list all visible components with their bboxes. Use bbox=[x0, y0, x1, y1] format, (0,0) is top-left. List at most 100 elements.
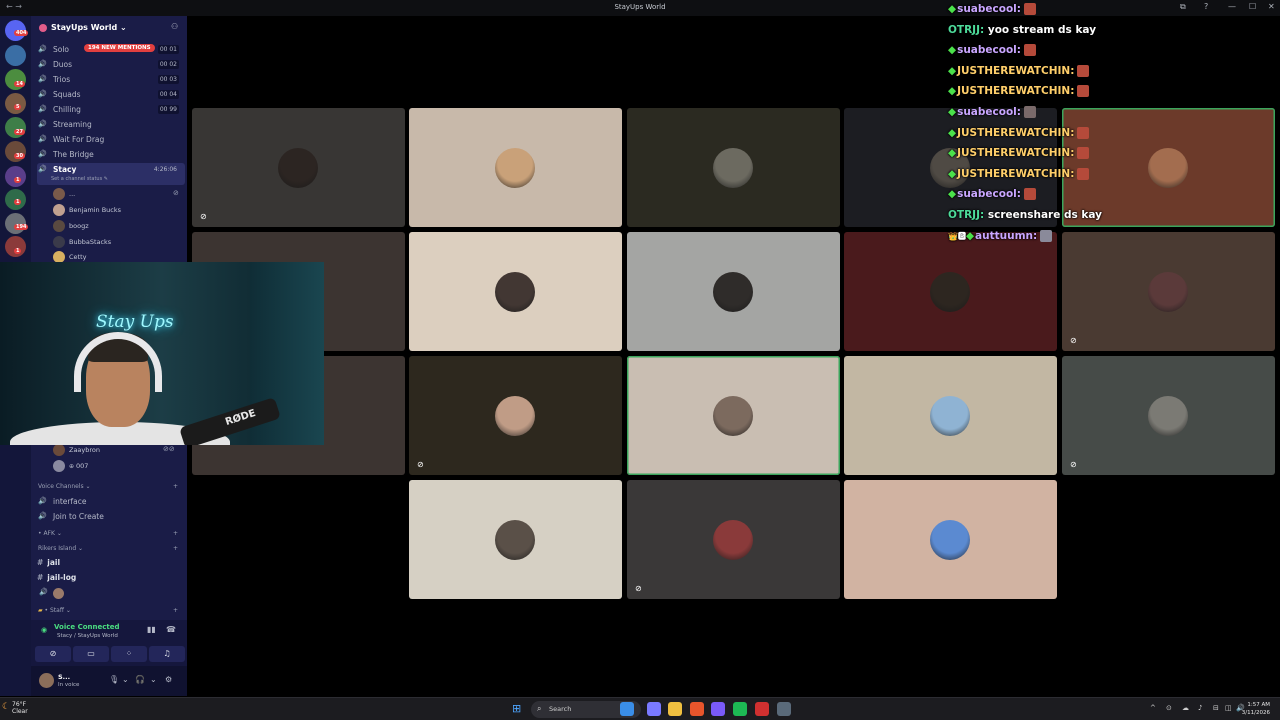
chat-emote-icon bbox=[1077, 147, 1090, 160]
participant-tile[interactable] bbox=[627, 108, 840, 227]
discord-app-icon[interactable] bbox=[690, 702, 704, 716]
subscriber-badge-icon: ◆ bbox=[948, 147, 957, 160]
add-channel-icon[interactable]: + bbox=[173, 545, 178, 552]
voice-member[interactable]: Benjamin Bucks bbox=[53, 203, 183, 218]
participant-tile[interactable] bbox=[627, 356, 840, 475]
voice-channel-trios[interactable]: 🔊 Trios 00 03 bbox=[37, 73, 185, 87]
participant-tile[interactable]: ⊘ bbox=[409, 356, 622, 475]
channel-name: jail bbox=[47, 558, 61, 567]
voice-location[interactable]: Stacy / StayUps World bbox=[57, 633, 118, 639]
section-afk[interactable]: • AFK ⌄ + bbox=[38, 530, 178, 537]
user-count: 00 02 bbox=[157, 60, 179, 69]
add-channel-icon[interactable]: + bbox=[173, 483, 178, 490]
chat-username: OTRJJ: bbox=[948, 23, 985, 36]
guild-header[interactable]: StayUps World ⌄ ⚇ bbox=[31, 16, 187, 40]
add-channel-icon[interactable]: + bbox=[173, 607, 178, 614]
voice-channel-streaming[interactable]: 🔊 Streaming bbox=[37, 118, 185, 132]
user-status: In voice bbox=[58, 682, 80, 688]
soundboard-button[interactable]: ♫ bbox=[149, 646, 185, 662]
chevron-down-icon[interactable]: ⌄ bbox=[150, 675, 157, 684]
channel-status[interactable]: Set a channel status ✎ bbox=[51, 176, 108, 182]
tray-chevron-icon[interactable]: ^ bbox=[1150, 704, 1156, 712]
help-icon[interactable]: ? bbox=[1204, 2, 1208, 11]
add-channel-icon[interactable]: + bbox=[173, 530, 178, 537]
voice-member[interactable]: ⊕ 007 bbox=[53, 459, 183, 474]
signal-icon: ◉ bbox=[41, 626, 48, 634]
participant-tile[interactable] bbox=[409, 480, 622, 599]
server-icon[interactable] bbox=[5, 45, 26, 66]
voice-channel-solo[interactable]: 🔊 Solo 194 NEW MENTIONS 00 01 bbox=[37, 43, 185, 57]
section-voice-channels[interactable]: Voice Channels ⌄ + bbox=[38, 483, 178, 490]
voice-channel-wait-for-drag[interactable]: 🔊 Wait For Drag bbox=[37, 133, 185, 147]
voice-channel-squads[interactable]: 🔊 Squads 00 04 bbox=[37, 88, 185, 102]
screenshare-button[interactable]: ▭ bbox=[73, 646, 109, 662]
hash-icon: # bbox=[37, 558, 44, 567]
chat-username: suabecool: bbox=[957, 106, 1021, 118]
voice-status[interactable]: Voice Connected bbox=[54, 623, 120, 631]
obs-app-icon[interactable] bbox=[755, 702, 769, 716]
chat-username: JUSTHEREWATCHIN: bbox=[957, 85, 1075, 98]
participant-tile[interactable] bbox=[627, 232, 840, 351]
microphone-icon[interactable]: 🎙 bbox=[109, 675, 119, 684]
section-rikers-island[interactable]: Rikers Island ⌄ + bbox=[38, 545, 178, 552]
channel-name: Squads bbox=[53, 90, 81, 99]
audio-app-icon[interactable]: ♪ bbox=[1198, 704, 1202, 712]
participant-tile[interactable]: ⊘ bbox=[192, 108, 405, 227]
voice-channel-duos[interactable]: 🔊 Duos 00 02 bbox=[37, 58, 185, 72]
participant-tile[interactable]: ⊘ bbox=[627, 480, 840, 599]
voice-channel-join-to-create[interactable]: 🔊 Join to Create bbox=[37, 510, 185, 524]
participant-tile[interactable] bbox=[844, 232, 1057, 351]
weather-widget[interactable]: 76°F Clear bbox=[12, 701, 28, 715]
voice-channel-the-bridge[interactable]: 🔊 The Bridge bbox=[37, 148, 185, 162]
headphones-icon[interactable]: 🎧 bbox=[135, 675, 145, 684]
settings-gear-icon[interactable]: ⚙ bbox=[165, 675, 172, 684]
brave-browser-icon[interactable] bbox=[668, 702, 682, 716]
noise-suppression-icon[interactable]: ▮▮ bbox=[147, 625, 156, 634]
section-staff[interactable]: ▰ • Staff ⌄ + bbox=[38, 607, 178, 614]
windows-start-icon[interactable]: ⊞ bbox=[512, 702, 521, 715]
member-name: Benjamin Bucks bbox=[69, 206, 121, 214]
close-button[interactable]: ✕ bbox=[1268, 2, 1275, 11]
tray-app-icon[interactable]: ⊙ bbox=[1166, 704, 1172, 712]
participant-tile[interactable] bbox=[844, 356, 1057, 475]
participant-tile[interactable] bbox=[409, 232, 622, 351]
text-channel-jail[interactable]: # jail bbox=[37, 558, 60, 567]
adobe-app-icon[interactable] bbox=[733, 702, 747, 716]
chevron-down-icon[interactable]: ⌄ bbox=[122, 675, 129, 684]
spotify-app-icon[interactable] bbox=[711, 702, 725, 716]
participant-tile[interactable] bbox=[409, 108, 622, 227]
participant-tile[interactable] bbox=[844, 480, 1057, 599]
chat-username: suabecool: bbox=[957, 3, 1021, 15]
voice-member[interactable]: Zaaybron ⊘⊘ bbox=[53, 443, 183, 458]
voice-member[interactable]: ... ⊘ bbox=[53, 187, 183, 202]
voice-member[interactable]: BubbaStacks bbox=[53, 235, 183, 250]
network-icon[interactable]: ◫ bbox=[1225, 704, 1232, 712]
minimize-button[interactable]: — bbox=[1228, 2, 1236, 11]
chat-message: 👑🅱◆auttuumn: bbox=[948, 229, 1053, 242]
taskbar-clock[interactable]: 1:57 AM 3/11/2026 bbox=[1242, 701, 1270, 717]
camera-button[interactable]: ⊘ bbox=[35, 646, 71, 662]
maximize-button[interactable]: ☐ bbox=[1249, 2, 1256, 11]
camera-off-icon: ⊘ bbox=[1070, 336, 1077, 345]
voice-channel-interface[interactable]: 🔊 interface bbox=[37, 495, 185, 509]
avatar[interactable] bbox=[39, 673, 54, 688]
voice-member[interactable]: boogz bbox=[53, 219, 183, 234]
text-channel-jail-log[interactable]: # jail-log bbox=[37, 573, 76, 582]
user-panel: S... In voice 🎙 ⌄ 🎧 ⌄ ⚙ bbox=[31, 666, 187, 696]
activities-button[interactable]: ⁘ bbox=[111, 646, 147, 662]
voice-channel-stacy[interactable]: 🔊 Stacy 4:26:06 Set a channel status ✎ bbox=[37, 163, 185, 185]
add-member-icon[interactable]: ⚇ bbox=[171, 22, 178, 31]
file-explorer-icon[interactable] bbox=[647, 702, 661, 716]
copilot-app-icon[interactable] bbox=[620, 702, 634, 716]
disconnect-icon[interactable]: ☎ bbox=[166, 625, 176, 634]
app-icon[interactable] bbox=[777, 702, 791, 716]
participant-avatar bbox=[930, 272, 970, 312]
participant-tile[interactable]: ⊘ bbox=[1062, 232, 1275, 351]
voice-channel-chilling[interactable]: 🔊 Chilling 00 99 bbox=[37, 103, 185, 117]
onedrive-icon[interactable]: ☁ bbox=[1182, 704, 1189, 712]
member-name: boogz bbox=[69, 222, 89, 230]
display-icon[interactable]: ⊟ bbox=[1213, 704, 1219, 712]
inbox-icon[interactable]: ⧉ bbox=[1180, 2, 1186, 12]
participant-tile[interactable]: ⊘ bbox=[1062, 356, 1275, 475]
chat-emote-icon bbox=[1023, 106, 1036, 118]
